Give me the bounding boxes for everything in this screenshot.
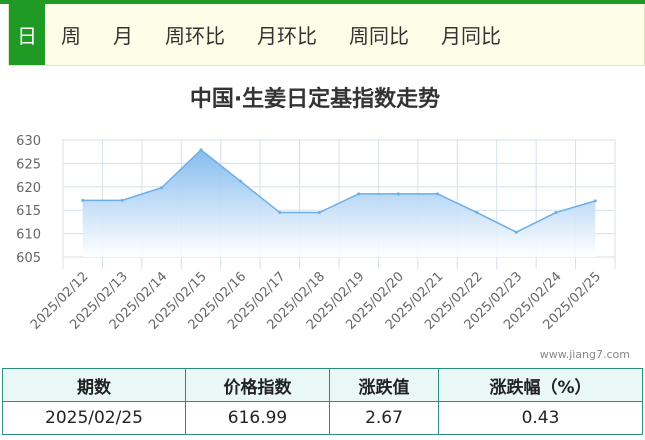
data-point: [120, 198, 124, 202]
data-point: [81, 198, 85, 202]
tab-week-over-week[interactable]: 周环比: [149, 4, 241, 65]
cell-period: 2025/02/25: [2, 401, 186, 435]
data-point: [317, 211, 321, 215]
stats-data-row: 2025/02/25 616.99 2.67 0.43: [2, 401, 643, 435]
data-point: [396, 192, 400, 196]
data-point: [357, 192, 361, 196]
tab-day[interactable]: 日: [9, 4, 45, 65]
tab-month-over-month[interactable]: 月环比: [241, 4, 333, 65]
tab-month-year-over-year[interactable]: 月同比: [425, 4, 517, 65]
stats-header-row: 期数 价格指数 涨跌值 涨跌幅（%）: [2, 368, 643, 402]
chart-title: 中国·生姜日定基指数走势: [190, 86, 440, 112]
y-tick-label: 620: [16, 181, 41, 196]
data-point: [160, 186, 164, 190]
y-tick-label: 605: [16, 251, 41, 266]
data-point: [238, 179, 242, 183]
y-tick-label: 610: [16, 228, 41, 243]
watermark: www.jiang7.com: [540, 348, 630, 361]
stats-table: 期数 价格指数 涨跌值 涨跌幅（%） 2025/02/25 616.99 2.6…: [2, 368, 643, 435]
data-point: [436, 192, 440, 196]
cell-change-value: 2.67: [329, 401, 439, 435]
tab-week-year-over-year[interactable]: 周同比: [333, 4, 425, 65]
data-point: [554, 211, 558, 215]
header-price-index: 价格指数: [185, 368, 330, 402]
tab-month[interactable]: 月: [97, 4, 149, 65]
cell-change-percent: 0.43: [438, 401, 643, 435]
data-point: [514, 230, 518, 234]
y-tick-label: 630: [16, 134, 41, 149]
data-point: [593, 199, 597, 203]
cell-price-index: 616.99: [185, 401, 330, 435]
y-tick-label: 615: [16, 204, 41, 219]
data-point: [278, 211, 282, 215]
chart-container: 中国·生姜日定基指数走势 605 610 615 620 625 630 2025/02/1…: [0, 70, 645, 365]
data-point: [199, 148, 203, 152]
y-tick-label: 625: [16, 157, 41, 172]
header-change-value: 涨跌值: [329, 368, 439, 402]
header-period: 期数: [2, 368, 186, 402]
period-tabs: 日 周 月 周环比 月环比 周同比 月同比: [8, 4, 645, 66]
tab-week[interactable]: 周: [45, 4, 97, 65]
data-point: [475, 211, 479, 215]
chart-svg: 中国·生姜日定基指数走势 6056106156206256302025/02/1…: [16, 86, 630, 361]
header-change-percent: 涨跌幅（%）: [438, 368, 643, 402]
